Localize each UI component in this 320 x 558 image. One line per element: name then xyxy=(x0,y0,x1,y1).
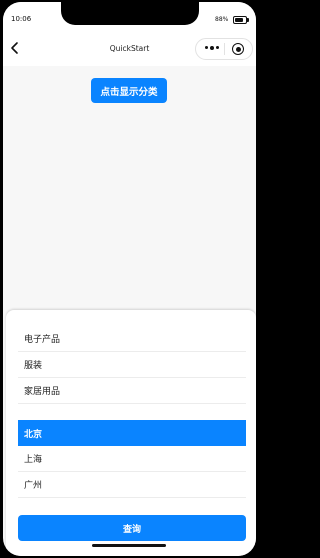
status-time: 10:06 xyxy=(11,15,32,23)
category-item[interactable]: 家居用品 xyxy=(18,378,246,404)
more-dots-icon[interactable] xyxy=(205,45,219,50)
city-item-selected[interactable]: 北京 xyxy=(18,420,246,446)
battery-tip xyxy=(247,18,249,22)
notch xyxy=(61,2,199,25)
status-bar: 10:06 88% xyxy=(3,2,256,32)
category-item[interactable]: 服装 xyxy=(18,352,246,378)
city-item[interactable]: 广州 xyxy=(18,472,246,498)
phone-screen: 10:06 88% QuickStart 点击显示分类 电子产品 服装 家居用品… xyxy=(3,2,256,556)
category-item[interactable]: 电子产品 xyxy=(18,326,246,352)
show-categories-button[interactable]: 点击显示分类 xyxy=(91,78,167,103)
home-indicator[interactable] xyxy=(92,544,166,547)
category-picker-sheet: 电子产品 服装 家居用品 北京 上海 广州 查询 xyxy=(6,310,256,556)
nav-bar: QuickStart xyxy=(3,32,256,66)
capsule-divider xyxy=(224,43,225,55)
battery-icon xyxy=(233,16,249,24)
battery-percent: 88% xyxy=(215,16,229,23)
query-button[interactable]: 查询 xyxy=(18,515,246,541)
category-list: 电子产品 服装 家居用品 xyxy=(18,326,246,404)
battery-fill xyxy=(235,18,243,22)
capsule-menu xyxy=(195,38,253,60)
city-item[interactable]: 上海 xyxy=(18,446,246,472)
city-list: 北京 上海 广州 xyxy=(18,420,246,498)
close-mini-program-icon[interactable] xyxy=(232,43,244,55)
